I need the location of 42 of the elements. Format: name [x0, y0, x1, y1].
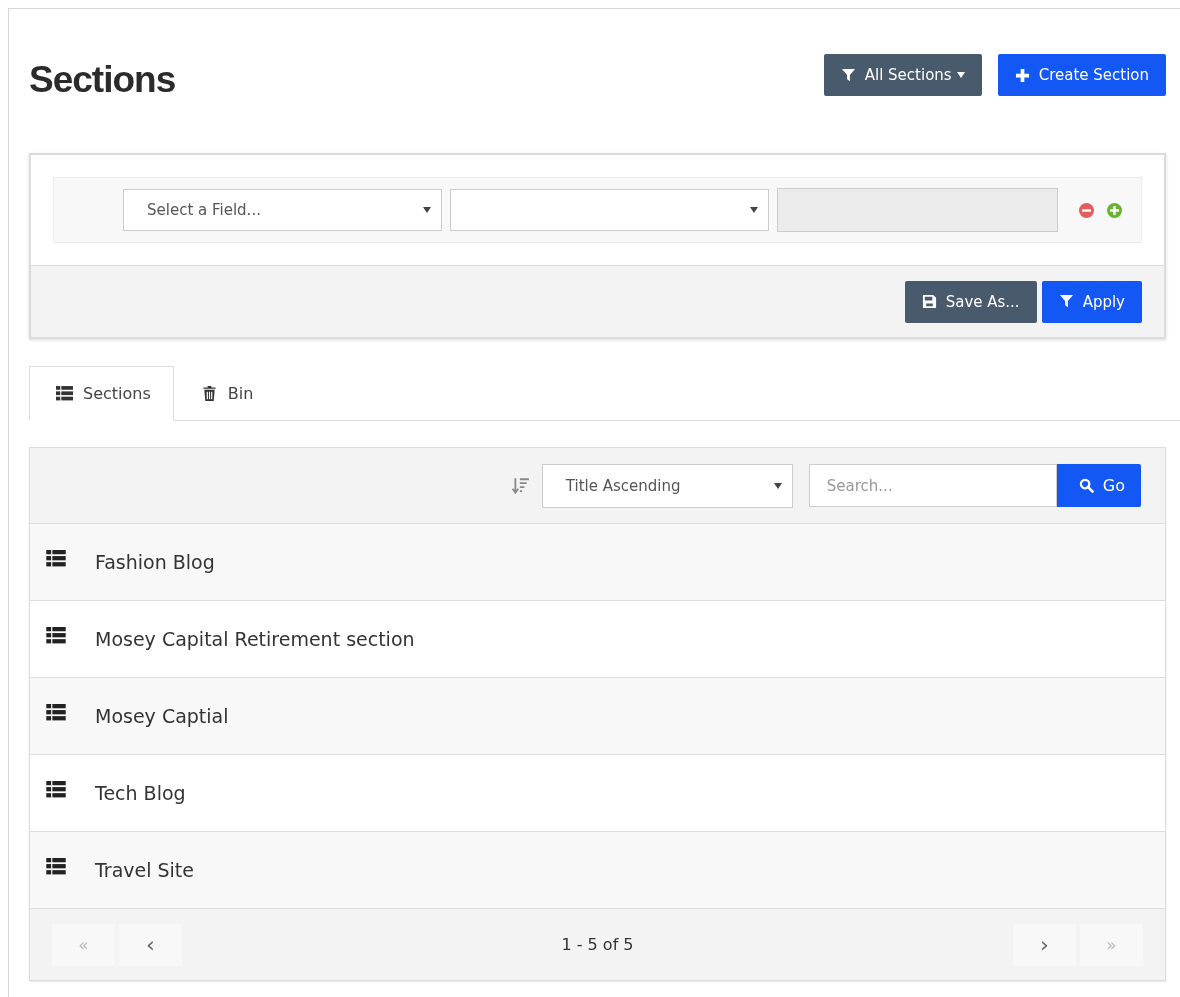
sort-select[interactable]: Title Ascending — [541, 463, 793, 508]
caret-icon — [773, 482, 782, 489]
list-icon — [46, 780, 66, 798]
section-title[interactable]: Fashion Blog — [95, 551, 215, 573]
caret-icon — [750, 207, 758, 213]
dropdown-button[interactable]: All Sections — [823, 54, 982, 96]
create-button[interactable]: Create Section — [997, 54, 1166, 96]
operator-select[interactable] — [450, 189, 769, 231]
add-icon[interactable] — [1107, 202, 1122, 218]
apply-button[interactable]: Apply — [1041, 280, 1142, 323]
caret-icon — [423, 207, 431, 213]
section-title[interactable]: Tech Blog — [95, 782, 186, 804]
sort-icon — [511, 475, 530, 496]
field-select[interactable]: Select a Field... — [123, 189, 442, 231]
remove-icon[interactable] — [1079, 202, 1094, 218]
filter-icon — [840, 67, 856, 83]
caret-icon — [956, 72, 965, 78]
step-page-button[interactable]: ‹ — [119, 923, 182, 966]
list-row[interactable]: Mosey Captial — [30, 678, 1165, 755]
tab[interactable]: Bin — [173, 366, 277, 421]
section-title[interactable]: Mosey Capital Retirement section — [95, 628, 415, 650]
filter-icon — [1058, 294, 1074, 309]
step-page-button[interactable]: › — [1013, 923, 1076, 966]
section-title[interactable]: Mosey Captial — [95, 705, 229, 727]
search-field[interactable]: Search... — [808, 464, 1057, 507]
tab[interactable]: Sections — [29, 366, 174, 421]
page-info: 1 - 5 of 5 — [561, 935, 634, 954]
list-icon — [56, 386, 73, 401]
section-title[interactable]: Travel Site — [95, 859, 194, 881]
list-row[interactable]: Fashion Blog — [30, 524, 1165, 601]
list-icon — [46, 626, 66, 644]
save-icon — [921, 294, 937, 309]
list-icon — [46, 857, 66, 875]
go-button[interactable]: Go — [1056, 464, 1141, 507]
page-title: Sections — [29, 59, 176, 101]
list-icon — [46, 549, 66, 567]
save-as-button[interactable]: Save As... — [904, 280, 1037, 323]
trash-icon — [200, 386, 218, 401]
list-row[interactable]: Travel Site — [30, 832, 1165, 909]
list-icon — [46, 703, 66, 721]
search-icon — [1078, 478, 1094, 493]
plus-icon — [1014, 67, 1030, 83]
